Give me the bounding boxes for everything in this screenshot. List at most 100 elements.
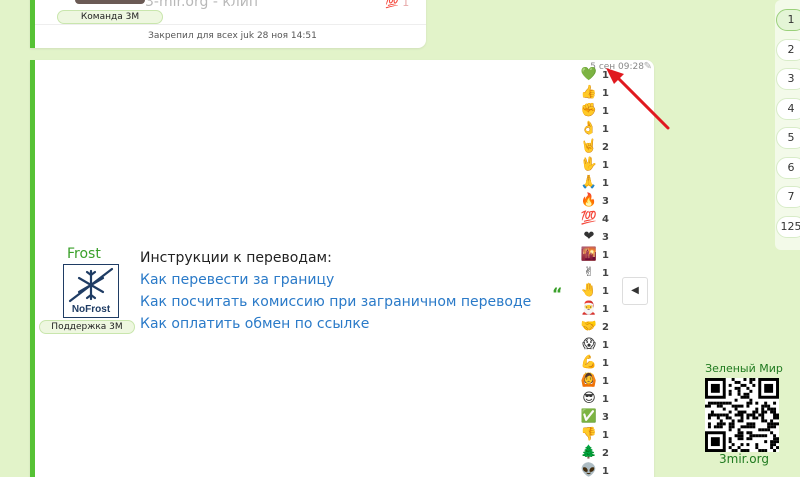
page-button-5[interactable]: 5 — [776, 127, 800, 149]
reaction-item[interactable]: ❤ 3 — [578, 228, 618, 246]
page-button-1[interactable]: 1 — [776, 9, 800, 31]
post-card: 5 сен 09:28 ✎ Frost NoFrost Поддержка 3М… — [30, 60, 654, 477]
reaction-item[interactable]: 🤚 1 — [578, 282, 618, 300]
thumbs-up-icon: 👍 — [580, 85, 598, 100]
avatar[interactable] — [75, 0, 145, 4]
author-badge: Команда 3М — [57, 10, 163, 24]
reaction-item[interactable]: 😱 1 — [578, 336, 618, 354]
quote-icon[interactable]: “ — [552, 284, 563, 303]
check-mark-icon: ✅ — [580, 409, 598, 424]
ok-hand-icon: 👌 — [580, 121, 598, 136]
reaction-count: 1 — [602, 303, 609, 315]
qr-code-icon — [705, 378, 779, 452]
reaction-count: 1 — [602, 429, 609, 441]
santa-icon: 🎅 — [580, 301, 598, 316]
reaction-item[interactable]: 🙆 1 — [578, 372, 618, 390]
red-heart-icon: ❤ — [583, 229, 595, 244]
reaction-count: 1 — [602, 267, 609, 279]
reaction-count: 1 — [602, 177, 609, 189]
fire-icon: 🔥 — [580, 193, 598, 208]
reaction-count: 1 — [602, 393, 609, 405]
vulcan-salute-icon: 🖖 — [580, 157, 598, 172]
reaction-count: 1 — [602, 69, 609, 81]
raised-back-hand-icon: 🤚 — [580, 283, 598, 298]
reaction-item[interactable]: 🌇 1 — [578, 246, 618, 264]
reaction-item[interactable]: 🤘 2 — [578, 138, 618, 156]
link-commission-calc[interactable]: Как посчитать комиссию при заграничном п… — [140, 294, 531, 310]
reaction-item[interactable]: 🖖 1 — [578, 156, 618, 174]
reaction-count: 1 — [602, 285, 609, 297]
page-button-4[interactable]: 4 — [776, 97, 800, 120]
reaction-item[interactable]: 🌲 2 — [578, 444, 618, 462]
reaction-item[interactable]: 🤝 2 — [578, 318, 618, 336]
reaction-item[interactable]: 💯 4 — [578, 210, 618, 228]
author-badge: Поддержка 3М — [39, 320, 135, 334]
person-ok-icon: 🙆 — [580, 373, 598, 388]
author-name[interactable]: Frost — [67, 246, 101, 262]
green-heart-icon: 💚 — [580, 67, 598, 82]
collapse-reactions-button[interactable]: ◀ — [622, 277, 648, 305]
reaction-count: 1 — [602, 375, 609, 387]
author-avatar[interactable]: NoFrost — [63, 264, 119, 318]
reaction-count: 1 — [602, 87, 609, 99]
reaction-count: 2 — [602, 447, 609, 459]
reaction-count: 3 — [602, 411, 609, 423]
post-title[interactable]: 3-mir.org - клип — [145, 0, 258, 10]
avatar-text: NoFrost — [72, 304, 111, 315]
link-pay-exchange[interactable]: Как оплатить обмен по ссылке — [140, 316, 369, 332]
reaction-item[interactable]: 👽 1 — [578, 462, 618, 477]
reaction-count: 1 — [602, 465, 609, 477]
thumbs-down-icon: 👎 — [580, 427, 598, 442]
reaction-item[interactable]: 🎅 1 — [578, 300, 618, 318]
reaction-item[interactable]: ✅ 3 — [578, 408, 618, 426]
page-button-2[interactable]: 2 — [776, 38, 800, 61]
reaction-count: 3 — [602, 195, 609, 207]
reaction-count: 1 — [602, 357, 609, 369]
alien-icon: 👽 — [580, 463, 598, 477]
reaction-count: 1 — [602, 123, 609, 135]
promo-title: Зеленый Мир — [705, 362, 783, 375]
promo-site[interactable]: 3mir.org — [700, 452, 788, 466]
reaction-item[interactable]: 👍 1 — [578, 84, 618, 102]
horns-icon: 🤘 — [580, 139, 598, 154]
reaction-item[interactable]: 👎 1 — [578, 426, 618, 444]
reaction-item[interactable]: 💚 1 — [578, 66, 618, 84]
reaction-count: 2 — [602, 321, 609, 333]
page-button-125[interactable]: 125 — [776, 215, 800, 238]
page-button-6[interactable]: 6 — [776, 156, 800, 179]
reaction-count: 4 — [602, 213, 609, 225]
sunset-icon: 🌇 — [580, 247, 598, 262]
handshake-icon: 🤝 — [580, 319, 598, 334]
reactions-list: 💚 1 👍 1 ✊ 1 👌 1 🤘 2 🖖 1 🙏 1 🔥 3 💯 4 ❤ 3 🌇 1 ✌ 1 🤚 1 🎅 1 🤝 2 😱 1 💪 1 🙆 1 😎 1 ✅ 3… — [578, 66, 618, 477]
reaction-count: 1 — [602, 159, 609, 171]
scream-icon: 😱 — [582, 337, 596, 352]
reaction-item[interactable]: 🔥 3 — [578, 192, 618, 210]
reaction-count: 1 — [602, 105, 609, 117]
reaction-item[interactable]: 💪 1 — [578, 354, 618, 372]
pinned-note: Закрепил для всех juk 28 ноя 14:51 — [35, 24, 426, 48]
reaction-count: 1 — [602, 249, 609, 261]
page-button-7[interactable]: 7 — [776, 186, 800, 208]
sunglasses-face-icon: 😎 — [582, 391, 596, 406]
nofrost-logo-icon: NoFrost — [64, 265, 118, 317]
raised-fist-icon: ✊ — [580, 103, 598, 118]
page-button-3[interactable]: 3 — [776, 68, 800, 90]
pinned-post: Команда 3М 3-mir.org - клип 💯 1 Закрепил… — [30, 0, 426, 48]
link-transfer-abroad[interactable]: Как перевести за границу — [140, 272, 334, 288]
flexed-biceps-icon: 💪 — [580, 355, 598, 370]
folded-hands-icon: 🙏 — [580, 175, 598, 190]
reaction-item[interactable]: ✌ 1 — [578, 264, 618, 282]
victory-hand-icon: ✌ — [583, 265, 595, 280]
edit-pencil-icon[interactable]: ✎ — [644, 61, 652, 72]
instructions-title: Инструкции к переводам: — [140, 250, 332, 266]
tree-icon: 🌲 — [580, 445, 598, 460]
pager-panel — [775, 0, 800, 250]
reaction-faded: 💯 1 — [385, 0, 410, 9]
hundred-icon: 💯 — [580, 211, 598, 226]
reaction-count: 2 — [602, 141, 609, 153]
reaction-item[interactable]: 👌 1 — [578, 120, 618, 138]
reaction-item[interactable]: 😎 1 — [578, 390, 618, 408]
reaction-item[interactable]: 🙏 1 — [578, 174, 618, 192]
reaction-item[interactable]: ✊ 1 — [578, 102, 618, 120]
reaction-count: 1 — [602, 339, 609, 351]
